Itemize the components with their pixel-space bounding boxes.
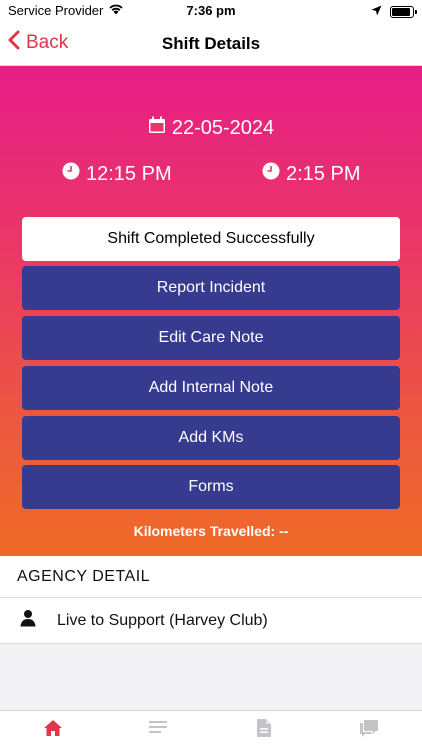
forms-button[interactable]: Forms (22, 465, 400, 509)
shift-date: 22-05-2024 (0, 116, 422, 140)
list-icon (149, 720, 168, 741)
shift-end-time: 2:15 PM (262, 162, 360, 186)
person-icon (19, 609, 37, 632)
status-bar: Service Provider 7:36 pm (0, 0, 422, 22)
agency-row[interactable]: Live to Support (Harvey Club) (0, 598, 422, 644)
tab-messages[interactable] (317, 711, 422, 750)
start-time-text: 12:15 PM (86, 162, 172, 185)
edit-care-note-button[interactable]: Edit Care Note (22, 316, 400, 360)
shift-date-text: 22-05-2024 (171, 116, 275, 139)
add-internal-note-button[interactable]: Add Internal Note (22, 366, 400, 410)
status-time: 7:36 pm (186, 3, 236, 18)
document-icon (256, 718, 272, 743)
status-right (371, 4, 417, 19)
battery-icon (390, 5, 417, 18)
battery-level (392, 7, 410, 16)
clock-icon (62, 162, 80, 186)
shift-status-button[interactable]: Shift Completed Successfully (22, 217, 400, 261)
report-incident-button[interactable]: Report Incident (22, 266, 400, 310)
agency-detail-header: AGENCY DETAIL (0, 556, 422, 598)
page-title: Shift Details (161, 34, 261, 53)
agency-name: Live to Support (Harvey Club) (57, 611, 268, 629)
tab-bar (0, 710, 422, 750)
chat-icon (359, 719, 379, 742)
tab-home[interactable] (0, 711, 106, 750)
clock-icon (262, 162, 280, 186)
home-icon (43, 719, 63, 742)
navigation-bar: Back Shift Details (0, 22, 422, 66)
add-kms-button[interactable]: Add KMs (22, 416, 400, 460)
location-arrow-icon (371, 4, 382, 19)
kilometers-travelled: Kilometers Travelled: -- (133, 523, 289, 539)
shift-start-time: 12:15 PM (62, 162, 172, 186)
end-time-text: 2:15 PM (286, 162, 361, 185)
tab-documents[interactable] (211, 711, 317, 750)
shift-summary-panel: 22-05-2024 12:15 PM 2:15 PM Shift Comple… (0, 66, 422, 556)
tab-list[interactable] (106, 711, 212, 750)
calendar-icon (148, 116, 166, 140)
